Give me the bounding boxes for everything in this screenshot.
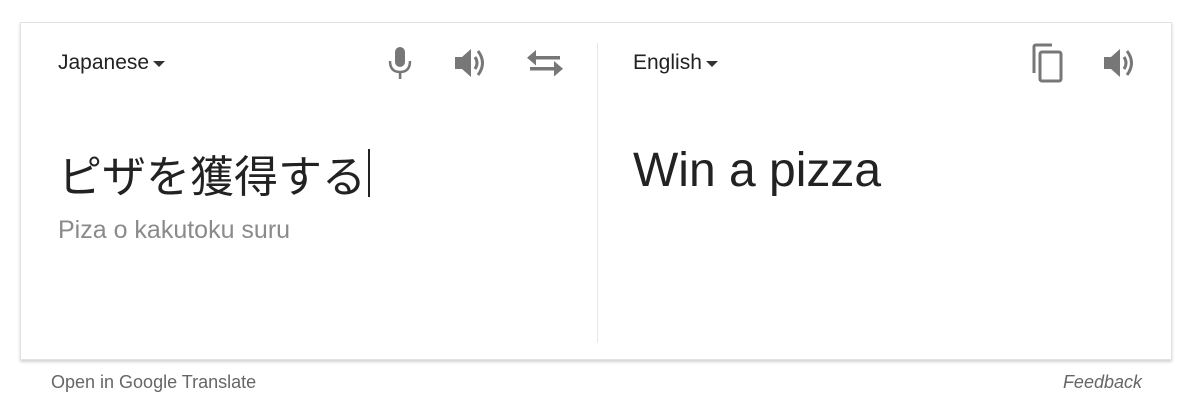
chevron-down-icon [705, 61, 718, 67]
feedback-link[interactable]: Feedback [1063, 372, 1142, 393]
source-text: ピザを獲得する [58, 153, 366, 202]
copy-icon [1030, 43, 1064, 83]
speaker-icon [453, 46, 491, 80]
target-language-label: English [633, 51, 702, 74]
microphone-icon [387, 46, 413, 80]
listen-source-button[interactable] [450, 41, 494, 85]
speaker-icon [1102, 46, 1140, 80]
copy-translation-button[interactable] [1025, 41, 1069, 85]
chevron-down-icon [153, 61, 166, 67]
source-language-select[interactable]: Japanese [58, 51, 166, 75]
target-pane: English Win a pizza [598, 23, 1173, 359]
text-cursor [368, 149, 370, 197]
translate-card: Japanese ピザを獲得する Piza o kakutoku suru En… [20, 22, 1172, 360]
open-in-google-translate-link[interactable]: Open in Google Translate [51, 372, 256, 393]
microphone-button[interactable] [378, 41, 422, 85]
translation-output: Win a pizza [633, 144, 882, 197]
source-text-input[interactable]: ピザを獲得する [58, 141, 370, 205]
listen-target-button[interactable] [1099, 41, 1143, 85]
swap-languages-button[interactable] [523, 41, 567, 85]
target-language-select[interactable]: English [633, 51, 718, 75]
source-language-label: Japanese [58, 51, 150, 74]
source-romanization: Piza o kakutoku suru [58, 216, 291, 244]
swap-arrows-icon [526, 48, 564, 78]
source-pane: Japanese ピザを獲得する Piza o kakutoku suru [21, 23, 597, 359]
